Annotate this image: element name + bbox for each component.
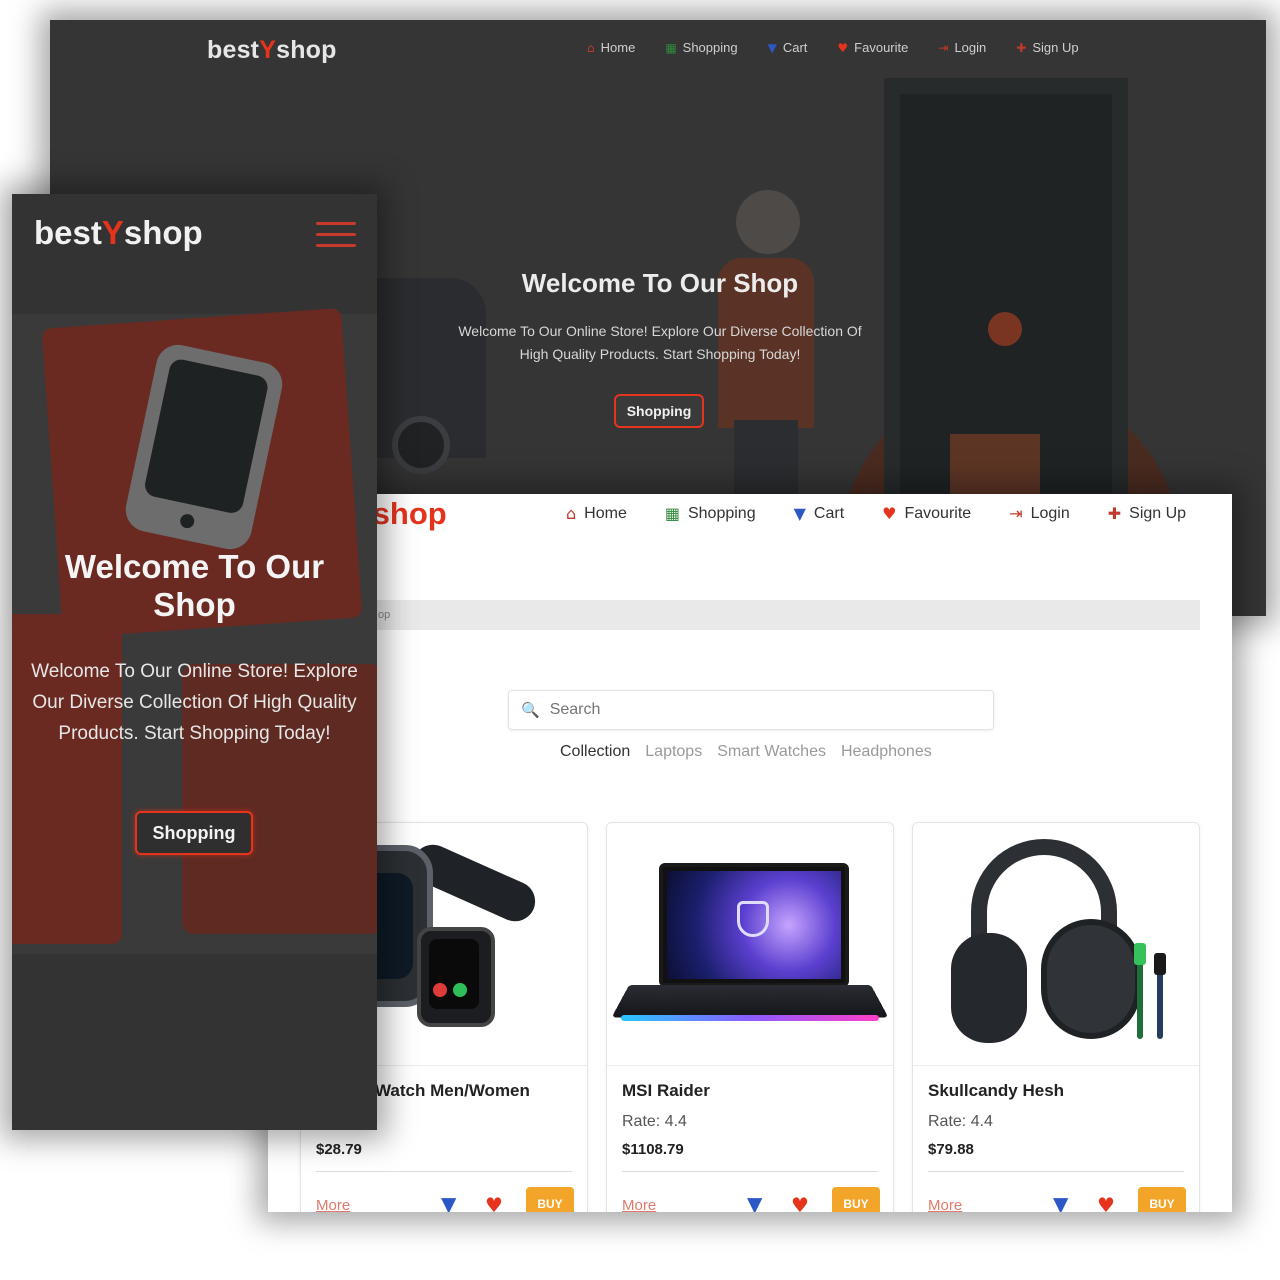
user-plus-icon: ✚ — [1016, 40, 1027, 55]
more-link[interactable]: More — [928, 1197, 962, 1212]
brand-accent: Y — [259, 36, 277, 64]
more-link[interactable]: More — [622, 1197, 656, 1212]
favourite-heart-icon[interactable]: ♥ — [485, 1193, 503, 1212]
shop-nav: ⌂ Home ▦ Shopping ▼ Cart ♥ Favourite ⇥ Login … — [566, 504, 1224, 523]
nav-item-cart[interactable]: ▼ Cart — [794, 504, 845, 523]
product-name: MSI Raider — [622, 1081, 710, 1100]
shop-page-window: Yshop ⌂ Home ▦ Shopping ▼ Cart ♥ Favourite ⇥… — [268, 494, 1232, 1212]
nav-item-signup[interactable]: ✚ Sign Up — [1108, 504, 1186, 523]
nav-label: Shopping — [687, 504, 756, 522]
home-icon: ⌂ — [587, 40, 595, 55]
favourite-heart-icon[interactable]: ♥ — [1097, 1193, 1115, 1212]
product-name: Skullcandy Hesh — [928, 1081, 1065, 1100]
home-icon: ⌂ — [566, 504, 577, 523]
nav-item-shopping[interactable]: ▦ Shopping — [665, 504, 756, 523]
nav-label: Login — [1030, 504, 1070, 522]
buy-button[interactable]: BUY — [526, 1187, 574, 1212]
product-card[interactable]: Skullcandy Hesh Rate: 4.4 $79.88 More ▼ … — [912, 822, 1200, 1212]
product-price: $1108.79 — [622, 1141, 684, 1158]
brand-logo[interactable]: bestYshop — [207, 36, 337, 65]
nav-label: Cart — [782, 40, 808, 55]
search-input[interactable] — [547, 700, 972, 720]
brand-part2: shop — [123, 214, 203, 251]
nav-label: Sign Up — [1032, 40, 1079, 55]
brand-accent: Y — [101, 214, 124, 251]
mobile-brand-logo[interactable]: bestYshop — [34, 214, 203, 252]
store-icon: ▦ — [664, 504, 680, 523]
filter-laptops[interactable]: Laptops — [645, 743, 702, 761]
nav-item-login[interactable]: ⇥ Login — [938, 40, 986, 55]
mobile-shopping-button[interactable]: Shopping — [135, 811, 253, 855]
card-divider — [622, 1171, 878, 1172]
hero-description: Welcome To Our Online Store! Explore Our… — [458, 323, 862, 362]
nav-label: Favourite — [854, 40, 909, 55]
nav-item-favourite[interactable]: ♥ Favourite — [837, 40, 908, 55]
favourite-heart-icon[interactable]: ♥ — [791, 1193, 809, 1212]
product-card[interactable]: MSI Raider Rate: 4.4 $1108.79 More ▼ ♥ B… — [606, 822, 894, 1212]
filter-smart-watches[interactable]: Smart Watches — [717, 743, 826, 761]
laptop-image — [607, 823, 893, 1066]
product-price: $79.88 — [928, 1141, 974, 1158]
brand-part1: best — [34, 214, 102, 251]
nav-label: Favourite — [904, 504, 972, 522]
category-filters: Collection Laptops Smart Watches Headpho… — [560, 743, 947, 761]
hamburger-menu-icon[interactable] — [316, 220, 356, 248]
filter-headphones[interactable]: Headphones — [841, 743, 932, 761]
cart-icon: ▼ — [793, 504, 806, 523]
filter-collection[interactable]: Collection — [560, 743, 630, 761]
card-divider — [928, 1171, 1184, 1172]
hero-shopping-button[interactable]: Shopping — [614, 394, 704, 428]
nav-label: Home — [584, 504, 627, 522]
mobile-hero-description: Welcome To Our Online Store! Explore Our… — [31, 661, 358, 744]
nav-item-favourite[interactable]: ♥ Favourite — [882, 504, 971, 523]
nav-item-cart[interactable]: ▼ Cart — [768, 40, 808, 55]
product-rate: Rate: 4.4 — [928, 1113, 993, 1130]
nav-item-signup[interactable]: ✚ Sign Up — [1016, 40, 1078, 55]
van-wheel-illustration — [392, 416, 450, 474]
product-price: $28.79 — [316, 1141, 362, 1158]
nav-label: Home — [600, 40, 636, 55]
heart-icon: ♥ — [882, 504, 897, 523]
door-knob-decoration — [988, 312, 1022, 346]
product-rate: Rate: 4.4 — [622, 1113, 687, 1130]
nav-label: Sign Up — [1129, 504, 1187, 522]
nav-label: Cart — [813, 504, 845, 522]
search-box[interactable]: 🔍 — [508, 690, 994, 730]
headphones-image — [913, 823, 1199, 1066]
nav-item-home[interactable]: ⌂ Home — [587, 40, 635, 55]
courier-head-illustration — [736, 190, 800, 254]
breadcrumb: op — [352, 600, 1200, 630]
nav-item-login[interactable]: ⇥ Login — [1009, 504, 1070, 523]
brand-part1: best — [207, 36, 260, 64]
cart-icon: ▼ — [767, 40, 777, 55]
buy-button[interactable]: BUY — [832, 1187, 880, 1212]
add-to-cart-icon[interactable]: ▼ — [1053, 1192, 1068, 1212]
login-icon: ⇥ — [1009, 504, 1023, 523]
mobile-hero-title: Welcome To Our Shop — [64, 548, 325, 623]
search-icon: 🔍 — [521, 701, 540, 719]
buy-button[interactable]: BUY — [1138, 1187, 1186, 1212]
add-to-cart-icon[interactable]: ▼ — [747, 1192, 762, 1212]
heart-icon: ♥ — [837, 40, 849, 55]
product-name: Watch Men/Women — [375, 1081, 530, 1100]
hero-title: Welcome To Our Shop — [521, 268, 799, 298]
nav-label: Shopping — [682, 40, 738, 55]
desktop-nav: ⌂ Home ▦ Shopping ▼ Cart ♥ Favourite ⇥ Login … — [587, 40, 1109, 55]
more-link[interactable]: More — [316, 1197, 350, 1212]
login-icon: ⇥ — [938, 40, 949, 55]
nav-item-home[interactable]: ⌂ Home — [566, 504, 627, 523]
mobile-hero-window: bestYshop Welcome To Our Shop Welcome To… — [12, 194, 377, 1130]
nav-label: Login — [954, 40, 987, 55]
store-icon: ▦ — [665, 40, 677, 55]
card-divider — [316, 1171, 572, 1172]
nav-item-shopping[interactable]: ▦ Shopping — [665, 40, 737, 55]
add-to-cart-icon[interactable]: ▼ — [441, 1192, 456, 1212]
brand-part2: shop — [276, 36, 337, 64]
user-plus-icon: ✚ — [1107, 504, 1122, 523]
